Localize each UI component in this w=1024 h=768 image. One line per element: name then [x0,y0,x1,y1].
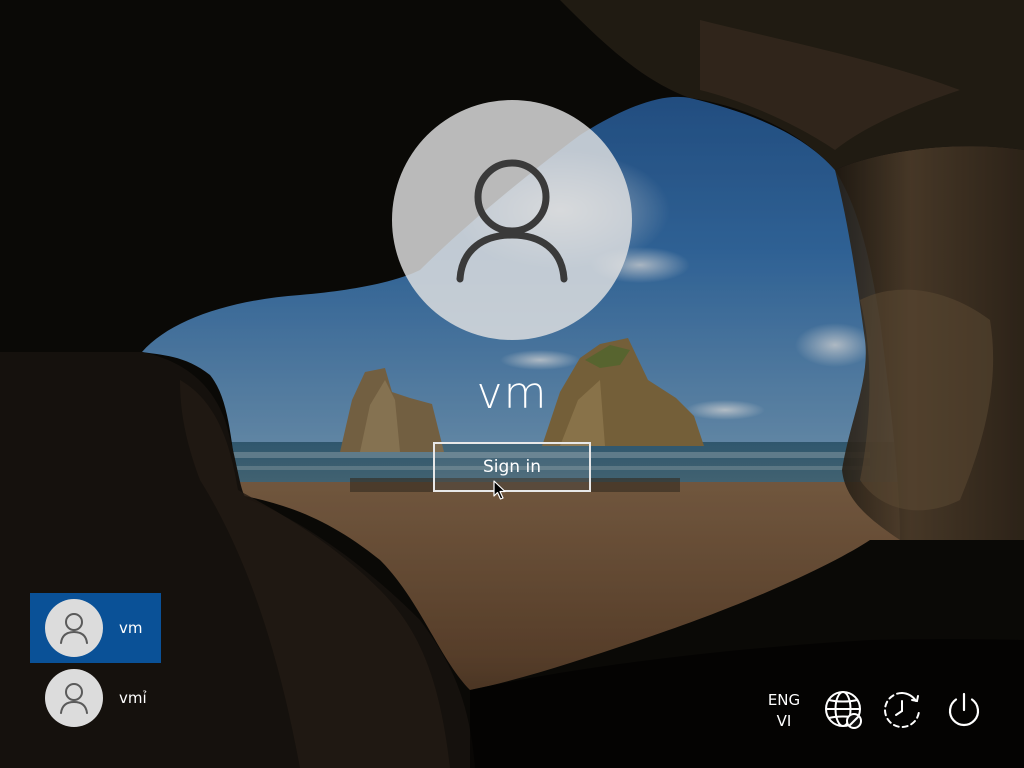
sign-in-button[interactable]: Sign in [433,442,591,492]
language-primary: ENG [767,691,801,709]
person-icon [60,613,88,644]
network-button[interactable] [824,690,864,730]
user-list-item-vm[interactable]: vm [30,593,161,663]
network-icon [825,691,862,729]
user-avatar-small [45,599,103,657]
username-display: vm [476,368,548,419]
mouse-cursor-icon [493,480,506,500]
user-list-label: vmỉ [119,689,147,707]
power-button[interactable] [944,690,984,730]
person-icon [456,159,568,283]
power-icon [948,692,980,727]
person-icon [60,683,88,714]
user-avatar-small [45,669,103,727]
ease-of-access-button[interactable] [882,690,922,730]
user-avatar-large [392,100,632,340]
user-list-label: vm [119,619,143,637]
user-list-item-vmi[interactable]: vmỉ [30,663,161,733]
lock-screen: vm Sign in vm vmỉ ENG VI [0,0,1024,768]
input-language-indicator[interactable]: ENG VI [758,690,810,732]
language-secondary: VI [776,712,792,730]
sign-in-label: Sign in [483,457,541,477]
accessibility-icon [884,692,920,728]
